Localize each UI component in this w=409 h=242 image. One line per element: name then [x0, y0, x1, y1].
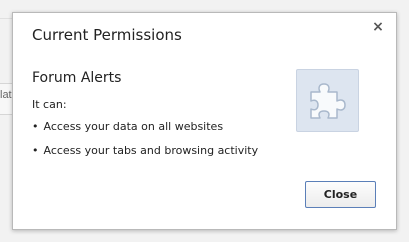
puzzle-piece-icon	[310, 83, 346, 119]
permissions-intro: It can:	[32, 98, 67, 111]
dialog-title: Current Permissions	[32, 26, 182, 44]
close-button[interactable]: Close	[305, 181, 376, 208]
extension-icon-tile	[296, 69, 359, 132]
permission-item: Access your data on all websites	[32, 120, 258, 144]
close-icon[interactable]: ×	[370, 19, 386, 35]
background-divider	[0, 18, 12, 19]
background-partial-text: lat	[0, 89, 12, 101]
permissions-dialog: Current Permissions × Forum Alerts It ca…	[12, 12, 397, 230]
permission-item: Access your tabs and browsing activity	[32, 144, 259, 168]
permissions-list: Access your data on all websites Access …	[32, 120, 259, 168]
extension-name: Forum Alerts	[32, 70, 122, 86]
